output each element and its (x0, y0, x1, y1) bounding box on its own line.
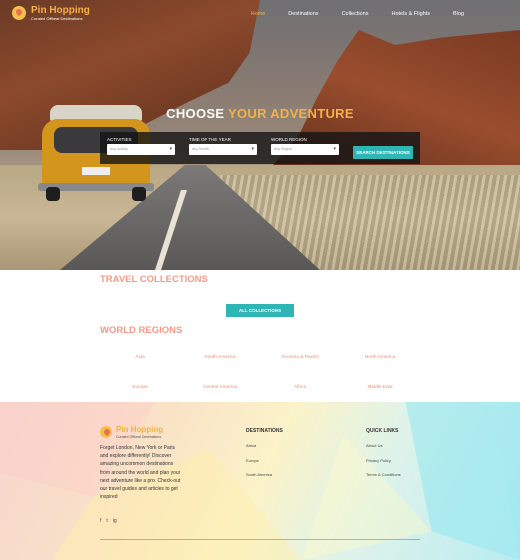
footer-logo[interactable]: Pin Hopping Curated Offbeat Destinations (100, 424, 163, 440)
footer-link-south-america[interactable]: South America (246, 472, 283, 477)
activity-select[interactable]: Any Activity (107, 144, 175, 155)
region-card[interactable]: Africa (260, 374, 340, 398)
facebook-icon[interactable]: f (100, 518, 101, 524)
region-card[interactable]: Middle East (340, 374, 420, 398)
search-panel: ACTIVITIES Any Activity TIME OF THE YEAR… (100, 132, 420, 164)
footer-divider (100, 539, 420, 540)
footer-link-terms[interactable]: Terms & Conditions (366, 472, 401, 477)
footer-link-about[interactable]: About Us (366, 443, 401, 448)
brand-name: Pin Hopping (31, 5, 90, 16)
region-card[interactable]: North America (340, 344, 420, 368)
social-links: f t ig (100, 518, 117, 524)
region-card[interactable]: Oceania & Pacific (260, 344, 340, 368)
nav-hotels-flights[interactable]: Hotels & Flights (391, 11, 430, 17)
hero-title: CHOOSE YOUR ADVENTURE (166, 106, 354, 121)
footer-quick-links: QUICK LINKS About Us Privacy Policy Term… (366, 428, 401, 477)
pin-icon (12, 6, 26, 20)
footer-link-privacy[interactable]: Privacy Policy (366, 458, 401, 463)
footer-destinations: DESTINATIONS Africa Europe South America (246, 428, 283, 477)
nav-home[interactable]: Home (251, 11, 266, 17)
region-field: WORLD REGION Any Region (271, 137, 339, 155)
site-logo[interactable]: Pin Hopping Curated Offbeat Destinations (12, 5, 90, 21)
region-card[interactable]: Asia (100, 344, 180, 368)
nav-blog[interactable]: Blog (453, 11, 464, 17)
nav-collections[interactable]: Collections (342, 11, 369, 17)
time-select[interactable]: Any Month (189, 144, 257, 155)
pin-icon (100, 426, 112, 438)
footer: Pin Hopping Curated Offbeat Destinations… (0, 402, 520, 560)
region-card[interactable]: South America (180, 344, 260, 368)
all-collections-button[interactable]: ALL COLLECTIONS (226, 304, 294, 317)
collections-title: TRAVEL COLLECTIONS (100, 274, 208, 285)
brand-tagline: Curated Offbeat Destinations (31, 16, 83, 21)
region-card[interactable]: Central America (180, 374, 260, 398)
footer-link-europe[interactable]: Europe (246, 458, 283, 463)
region-card[interactable]: Europe (100, 374, 180, 398)
footer-link-africa[interactable]: Africa (246, 443, 283, 448)
nav-destinations[interactable]: Destinations (288, 11, 318, 17)
instagram-icon[interactable]: ig (113, 518, 117, 524)
time-field: TIME OF THE YEAR Any Month (189, 137, 257, 155)
main-nav: Home Destinations Collections Hotels & F… (228, 11, 464, 17)
twitter-icon[interactable]: t (106, 518, 107, 524)
regions-title: WORLD REGIONS (100, 325, 183, 336)
footer-about: Forget London, New York or Paris and exp… (100, 445, 181, 501)
search-destinations-button[interactable]: SEARCH DESTINATIONS (353, 146, 413, 159)
region-select[interactable]: Any Region (271, 144, 339, 155)
activity-field: ACTIVITIES Any Activity (107, 137, 175, 155)
